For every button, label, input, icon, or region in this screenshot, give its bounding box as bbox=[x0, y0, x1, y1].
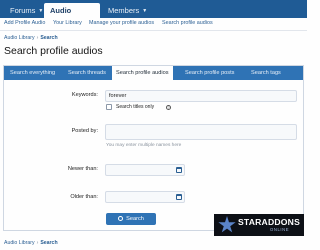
breadcrumb-root[interactable]: Audio Library bbox=[4, 35, 35, 41]
tab-search-everything[interactable]: Search everything bbox=[6, 66, 59, 80]
tab-search-profile-audios[interactable]: Search profile audios bbox=[112, 66, 173, 80]
breadcrumb-separator: › bbox=[36, 240, 39, 246]
subnav-link-your-library[interactable]: Your Library bbox=[53, 20, 82, 26]
breadcrumb: Audio Library › Search bbox=[4, 35, 58, 41]
older-than-date-input[interactable] bbox=[105, 191, 185, 203]
page-title: Search profile audios bbox=[4, 45, 103, 57]
subnav-link-manage-profile-audios[interactable]: Manage your profile audios bbox=[89, 20, 154, 26]
newer-than-date-input[interactable] bbox=[105, 164, 185, 176]
older-than-label: Older than: bbox=[70, 194, 98, 200]
subnav-link-add-profile-audio[interactable]: Add Profile Audio bbox=[4, 20, 45, 26]
search-titles-only-label: Search titles only bbox=[116, 104, 155, 110]
search-submit-label: Search bbox=[126, 216, 144, 222]
nav-tab-members[interactable]: Members ▼ bbox=[102, 3, 153, 18]
tab-search-threads[interactable]: Search threads bbox=[64, 66, 110, 80]
nav-tab-label: Forums bbox=[10, 6, 36, 15]
breadcrumb-separator: › bbox=[36, 35, 39, 41]
nav-tab-label: Members bbox=[108, 6, 140, 15]
search-titles-only-checkbox[interactable] bbox=[106, 104, 112, 110]
search-icon bbox=[118, 216, 124, 221]
breadcrumb-current[interactable]: Search bbox=[40, 240, 57, 246]
staraddons-logo: STARADDONS ONLINE bbox=[214, 214, 304, 236]
subnav-link-search-profile-audios[interactable]: Search profile audios bbox=[162, 20, 213, 26]
chevron-down-icon: ▼ bbox=[38, 8, 44, 14]
watermark-sub: ONLINE bbox=[270, 227, 290, 232]
breadcrumb-current[interactable]: Search bbox=[40, 35, 57, 41]
tab-search-profile-posts[interactable]: Search profile posts bbox=[181, 66, 238, 80]
posted-by-label: Posted by: bbox=[71, 128, 98, 134]
nav-tab-audio-library[interactable]: Audio Library bbox=[44, 3, 100, 30]
nav-tab-forums[interactable]: Forums ▼ bbox=[4, 3, 49, 18]
tab-search-tags[interactable]: Search tags bbox=[247, 66, 285, 80]
breadcrumb-root[interactable]: Audio Library bbox=[4, 240, 35, 246]
calendar-icon[interactable] bbox=[176, 194, 182, 200]
keywords-label: Keywords: bbox=[71, 92, 98, 98]
search-submit-button[interactable]: Search bbox=[106, 213, 156, 225]
sub-nav: Add Profile Audio Your Library Manage yo… bbox=[0, 18, 307, 31]
posted-by-input[interactable] bbox=[105, 124, 297, 140]
keywords-input[interactable]: forever bbox=[105, 90, 297, 102]
posted-by-hint: You may enter multiple names here bbox=[106, 143, 182, 148]
breadcrumb-bottom: Audio Library › Search bbox=[4, 240, 58, 246]
chevron-down-icon: ▼ bbox=[142, 8, 148, 14]
help-icon[interactable]: ? bbox=[166, 105, 171, 110]
top-nav: Forums▼ Audio Library Members▼ bbox=[0, 0, 307, 30]
newer-than-label: Newer than: bbox=[67, 166, 98, 172]
keywords-value: forever bbox=[109, 93, 127, 99]
watermark-brand: STARADDONS bbox=[238, 217, 300, 227]
search-tabs: Search everything Search threads Search … bbox=[4, 66, 303, 80]
star-icon bbox=[218, 216, 236, 233]
calendar-icon[interactable] bbox=[176, 167, 182, 173]
